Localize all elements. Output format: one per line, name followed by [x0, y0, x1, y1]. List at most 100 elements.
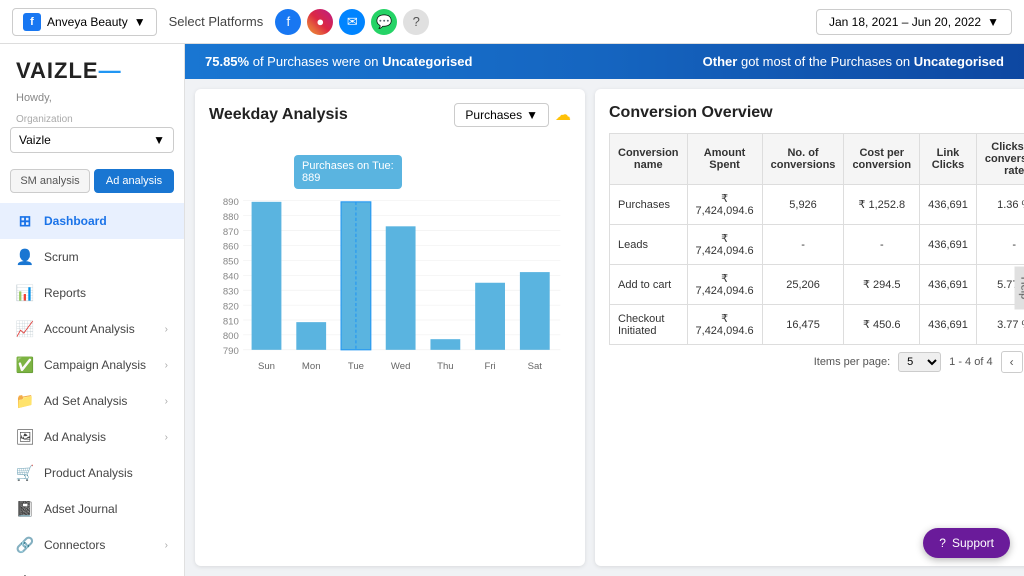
journal-icon: 📓 [16, 500, 34, 518]
sidebar-item-label: Ad Analysis [44, 430, 106, 444]
bar-chart-svg: 890 880 870 860 850 840 830 820 810 800 … [209, 137, 571, 552]
info-banner: 75.85% of Purchases were on Uncategorise… [185, 44, 1024, 79]
sidebar-item-dashboard[interactable]: ⊞ Dashboard [0, 203, 184, 239]
sidebar-item-label: Scrum [44, 250, 79, 264]
bar-thu [430, 339, 460, 350]
svg-text:810: 810 [223, 316, 239, 327]
cell-cost: ₹ 294.5 [844, 265, 920, 305]
sidebar-item-label: Account Analysis [44, 322, 135, 336]
cell-cost: ₹ 1,252.8 [844, 185, 920, 225]
sm-analysis-tab[interactable]: SM analysis [10, 169, 90, 193]
sidebar-item-reports[interactable]: 📊 Reports [0, 275, 184, 311]
cell-amount: ₹ 7,424,094.6 [687, 225, 762, 265]
help-platform-icon[interactable]: ? [403, 9, 429, 35]
account-name: Anveya Beauty [47, 15, 128, 29]
cell-amount: ₹ 7,424,094.6 [687, 265, 762, 305]
analysis-tabs: SM analysis Ad analysis [10, 169, 174, 193]
cell-clicks: 436,691 [920, 305, 977, 345]
settings-icon: ⚙ [16, 572, 34, 576]
ad-analysis-tab[interactable]: Ad analysis [94, 169, 174, 193]
sidebar-item-settings[interactable]: ⚙ Settings [0, 563, 184, 576]
chevron-right-icon: › [165, 360, 168, 371]
cell-conversions: 5,926 [762, 185, 844, 225]
weekday-title: Weekday Analysis [209, 106, 348, 124]
col-header-conversions: No. of conversions [762, 134, 844, 185]
table-row: Purchases ₹ 7,424,094.6 5,926 ₹ 1,252.8 … [610, 185, 1024, 225]
date-range-selector[interactable]: Jan 18, 2021 – Jun 20, 2022 ▼ [816, 9, 1012, 35]
org-name: Vaizle [19, 133, 51, 147]
dashboard-icon: ⊞ [16, 212, 34, 230]
content-area: 75.85% of Purchases were on Uncategorise… [185, 44, 1024, 576]
platform-label: Select Platforms [169, 14, 264, 29]
cell-cost: ₹ 450.6 [844, 305, 920, 345]
cell-name: Purchases [610, 185, 688, 225]
cell-rate: 1.36 % [976, 185, 1024, 225]
sidebar-item-account-analysis[interactable]: 📈 Account Analysis › [0, 311, 184, 347]
banner-left-text: of Purchases were on [253, 54, 382, 69]
weekday-chart: Purchases on Tue: 889 890 880 870 860 85… [209, 137, 571, 552]
sidebar-item-adset-journal[interactable]: 📓 Adset Journal [0, 491, 184, 527]
support-button[interactable]: ? Support [923, 528, 1010, 558]
banner-uncategorised: Uncategorised [382, 54, 472, 69]
topbar: f Anveya Beauty ▼ Select Platforms f ● ✉… [0, 0, 1024, 44]
prev-page-button[interactable]: ‹ [1001, 351, 1023, 373]
cell-conversions: 16,475 [762, 305, 844, 345]
weekday-analysis-panel: Weekday Analysis Purchases ▼ ☁ Purchases… [195, 89, 585, 566]
cell-name: Checkout Initiated [610, 305, 688, 345]
help-tab[interactable]: Help [1015, 267, 1024, 310]
panels-row: Weekday Analysis Purchases ▼ ☁ Purchases… [185, 79, 1024, 576]
weekday-dropdown-label: Purchases [465, 108, 522, 122]
account-selector[interactable]: f Anveya Beauty ▼ [12, 8, 157, 36]
svg-text:850: 850 [223, 257, 239, 268]
cell-conversions: 25,206 [762, 265, 844, 305]
campaign-icon: ✅ [16, 356, 34, 374]
col-header-cost: Cost per conversion [844, 134, 920, 185]
sidebar-item-scrum[interactable]: 👤 Scrum [0, 239, 184, 275]
cell-cost: - [844, 225, 920, 265]
sidebar-item-label: Product Analysis [44, 466, 133, 480]
weekday-dropdown[interactable]: Purchases ▼ [454, 103, 549, 127]
svg-text:870: 870 [223, 227, 239, 238]
svg-text:790: 790 [223, 346, 239, 357]
org-dropdown-arrow: ▼ [153, 133, 165, 147]
account-dropdown-arrow: ▼ [134, 15, 146, 29]
cell-name: Leads [610, 225, 688, 265]
sidebar-item-connectors[interactable]: 🔗 Connectors › [0, 527, 184, 563]
brand-area: VAIZLE— [0, 44, 184, 90]
page-info: 1 - 4 of 4 [949, 356, 992, 368]
cloud-download-icon[interactable]: ☁ [555, 105, 571, 125]
product-icon: 🛒 [16, 464, 34, 482]
whatsapp-platform-icon[interactable]: 💬 [371, 9, 397, 35]
cell-conversions: - [762, 225, 844, 265]
sidebar-item-campaign-analysis[interactable]: ✅ Campaign Analysis › [0, 347, 184, 383]
banner-pct: 75.85% [205, 54, 249, 69]
svg-text:840: 840 [223, 272, 239, 283]
sidebar-item-label: Adset Journal [44, 502, 117, 516]
items-per-page-select[interactable]: 5 10 25 [898, 352, 941, 372]
conversion-title: Conversion Overview [609, 104, 773, 122]
sidebar: VAIZLE— Howdy, Organization Vaizle ▼ SM … [0, 44, 185, 576]
table-row: Leads ₹ 7,424,094.6 - - 436,691 - [610, 225, 1024, 265]
cell-clicks: 436,691 [920, 185, 977, 225]
date-range-text: Jan 18, 2021 – Jun 20, 2022 [829, 15, 981, 29]
main-layout: VAIZLE— Howdy, Organization Vaizle ▼ SM … [0, 44, 1024, 576]
svg-text:880: 880 [223, 212, 239, 223]
reports-icon: 📊 [16, 284, 34, 302]
facebook-platform-icon[interactable]: f [275, 9, 301, 35]
svg-text:Tue: Tue [348, 361, 364, 372]
sidebar-item-product-analysis[interactable]: 🛒 Product Analysis [0, 455, 184, 491]
instagram-platform-icon[interactable]: ● [307, 9, 333, 35]
messenger-platform-icon[interactable]: ✉ [339, 9, 365, 35]
svg-text:860: 860 [223, 242, 239, 253]
fb-icon: f [23, 13, 41, 31]
sidebar-item-ad-analysis[interactable]: 🖼 Ad Analysis › [0, 419, 184, 455]
sidebar-item-ad-set-analysis[interactable]: 📁 Ad Set Analysis › [0, 383, 184, 419]
svg-text:Fri: Fri [484, 361, 495, 372]
items-per-page-label: Items per page: [814, 356, 890, 368]
org-label: Organization [0, 106, 184, 127]
banner-left: 75.85% of Purchases were on Uncategorise… [205, 54, 472, 69]
org-selector[interactable]: Vaizle ▼ [10, 127, 174, 153]
ad-analysis-icon: 🖼 [16, 428, 34, 446]
bar-mon [296, 322, 326, 350]
pagination-nav: ‹ › [1001, 351, 1024, 373]
